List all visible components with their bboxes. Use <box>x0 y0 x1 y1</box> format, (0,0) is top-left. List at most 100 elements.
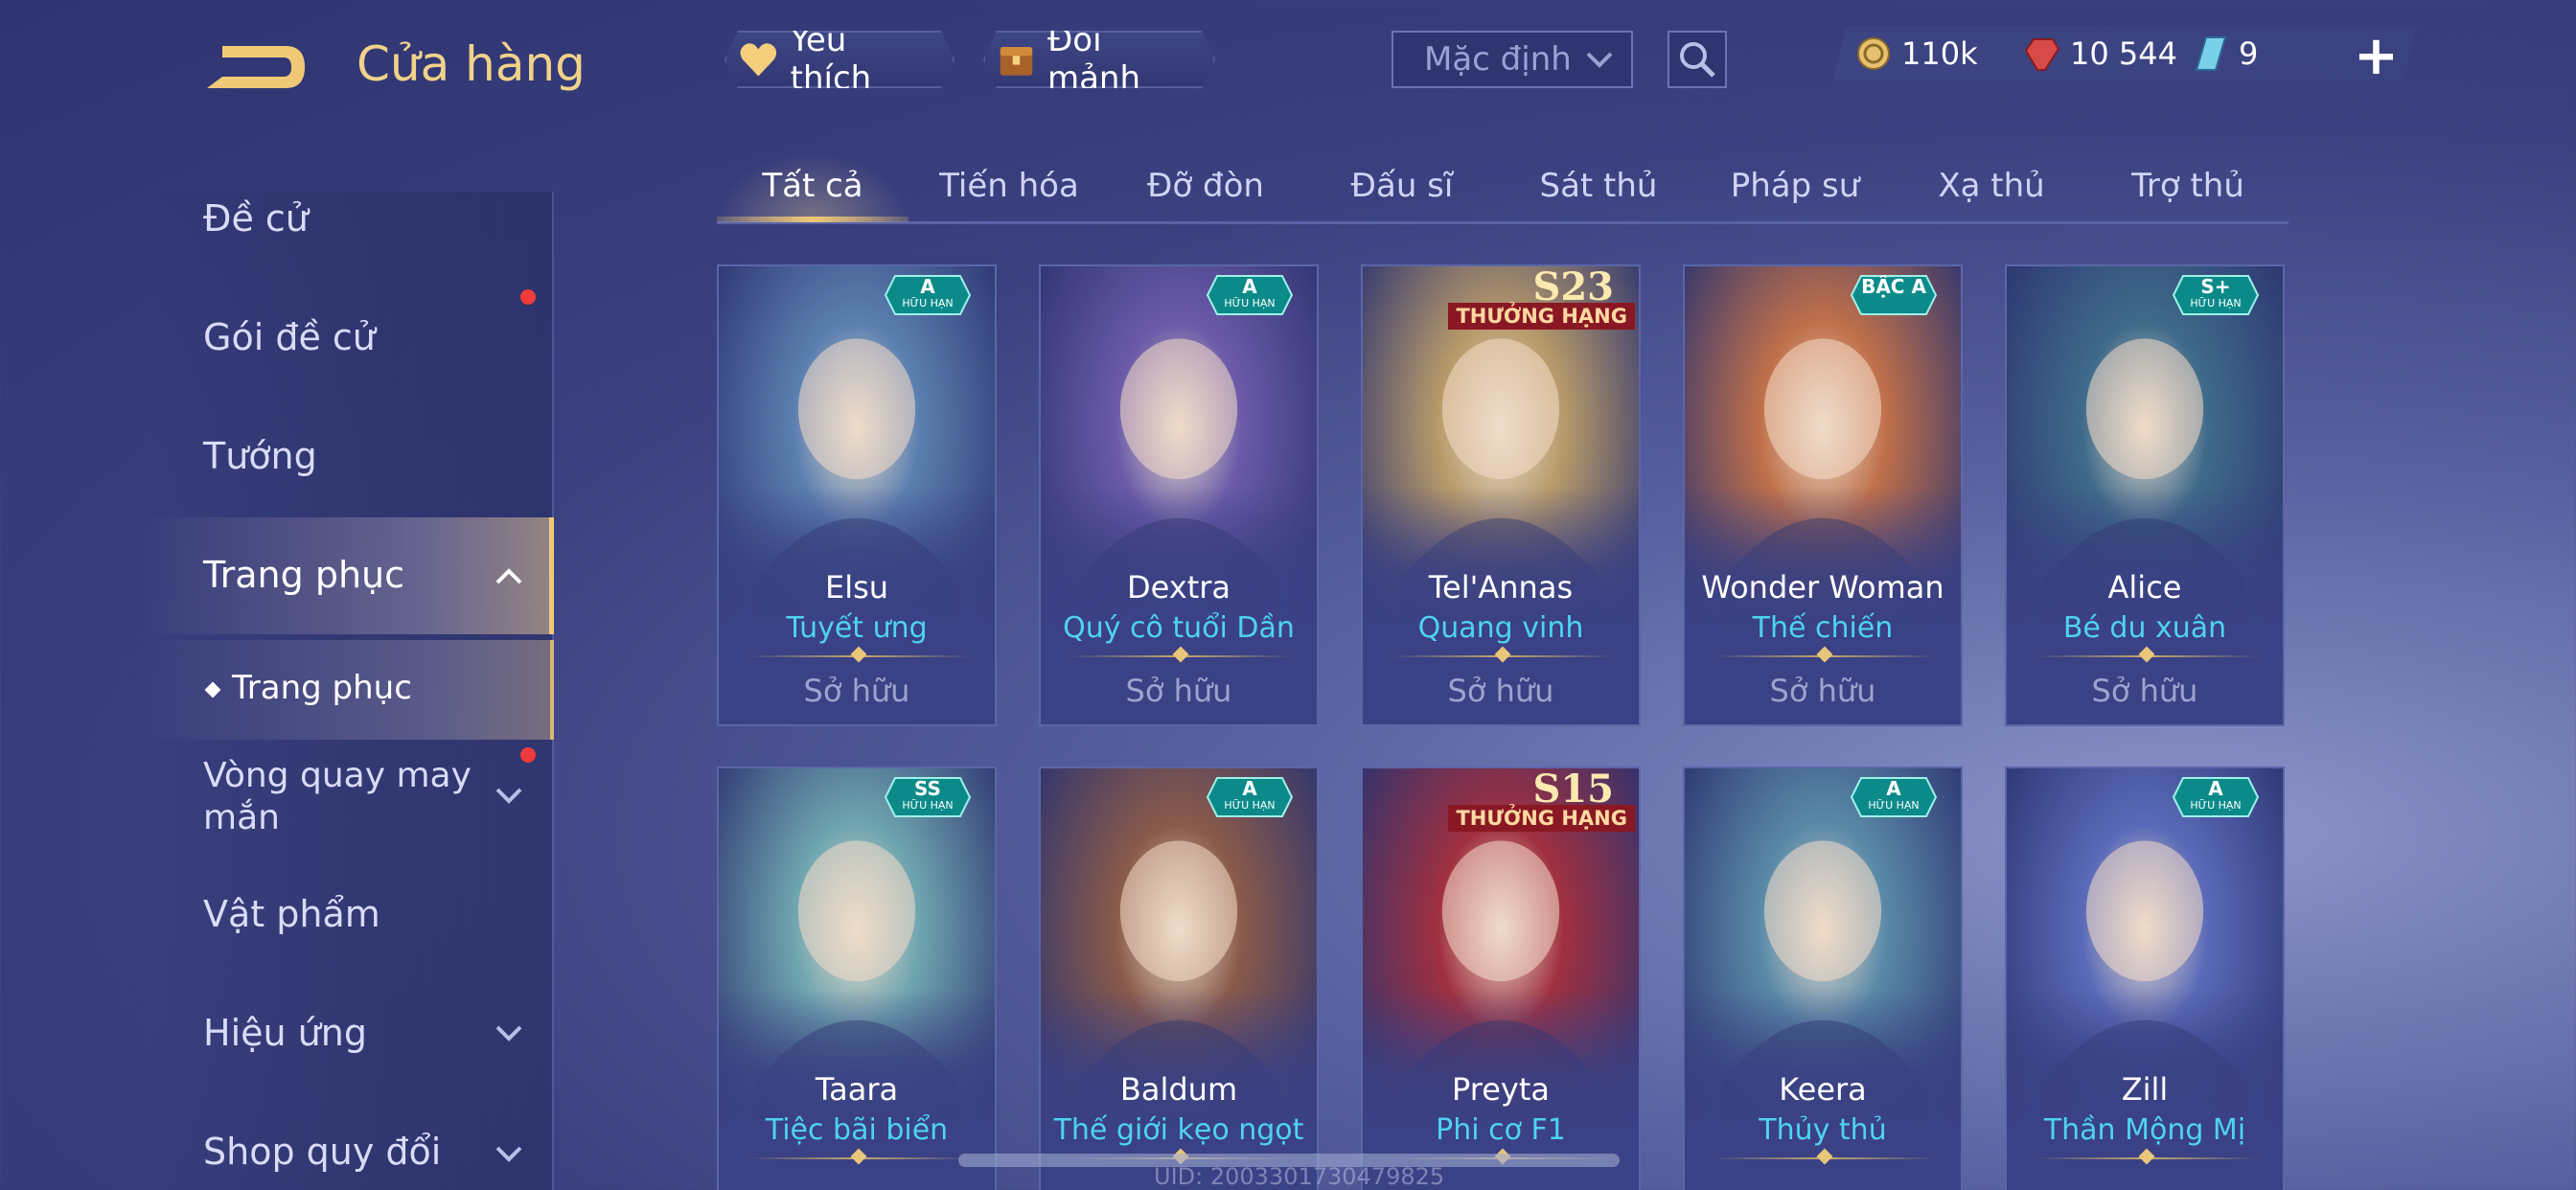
skin-card[interactable]: Elsu Tuyết ưng Sở hữu A HỮU HẠN <box>717 264 997 726</box>
skin-name: Thế giới kẹo ngọt <box>1053 1113 1304 1147</box>
skin-name: Thủy thủ <box>1759 1113 1887 1147</box>
tier-badge: A HỮU HẠN <box>2172 779 2260 812</box>
skin-name: Tiệc bãi biển <box>765 1113 949 1147</box>
ownership-status: Sở hữu <box>2091 673 2198 709</box>
sidebar-item-lucky-wheel[interactable]: Vòng quay may mắn <box>203 755 491 839</box>
tier-sublabel: HỮU HẠN <box>902 297 954 309</box>
tier-sublabel: HỮU HẠN <box>902 799 954 812</box>
tab-evolution[interactable]: Tiến hóa <box>913 167 1105 205</box>
hero-name: Alice <box>2107 569 2182 606</box>
sidebar-item-effects[interactable]: Hiệu ứng <box>203 1012 367 1054</box>
ownership-status: Sở hữu <box>1769 673 1876 709</box>
skin-card[interactable]: Baldum Thế giới kẹo ngọt A HỮU HẠN <box>1039 767 1319 1190</box>
tab-mage[interactable]: Pháp sư <box>1699 167 1891 205</box>
notification-dot <box>520 747 536 763</box>
skin-card[interactable]: Taara Tiệc bãi biển SS HỮU HẠN <box>717 767 997 1190</box>
tier-sublabel: HỮU HẠN <box>1224 297 1276 309</box>
hero-name: Elsu <box>824 569 889 606</box>
sort-dropdown[interactable]: Mặc định <box>1392 31 1633 88</box>
skin-card[interactable]: Dextra Quý cô tuổi Dần Sở hữu A HỮU HẠN <box>1039 264 1319 726</box>
hero-name: Zill <box>2121 1071 2169 1108</box>
tier-sublabel: HỮU HẠN <box>1224 799 1276 812</box>
gold-balance: 110k <box>1855 35 1978 72</box>
skin-card[interactable]: Zill Thần Mộng Mị A HỮU HẠN <box>2005 767 2285 1190</box>
tab-all[interactable]: Tất cả <box>717 167 908 205</box>
skin-card[interactable]: Wonder Woman Thế chiến Sở hữu BẬC A <box>1683 264 1963 726</box>
skin-card[interactable]: Alice Bé du xuân Sở hữu S+ HỮU HẠN <box>2005 264 2285 726</box>
skin-name: Thần Mộng Mị <box>2043 1113 2246 1147</box>
search-button[interactable] <box>1668 31 1727 88</box>
ownership-status: Sở hữu <box>803 673 910 709</box>
tier-label: A <box>2208 777 2223 800</box>
tier-label: A <box>1242 777 1257 800</box>
skin-name: Thế chiến <box>1752 611 1894 645</box>
treasure-chest-icon <box>997 38 1036 80</box>
voucher-balance: 9 <box>2193 35 2258 72</box>
favorite-label: Yêu thích <box>790 21 872 98</box>
sidebar-item-recommended-packs[interactable]: Gói đề cử <box>203 316 376 358</box>
tab-active-underline <box>717 217 908 222</box>
tier-sublabel: HỮU HẠN <box>2190 799 2242 812</box>
sidebar-item-exchange-shop[interactable]: Shop quy đổi <box>203 1131 441 1173</box>
chevron-down-icon[interactable] <box>494 1144 523 1163</box>
hero-name: Keera <box>1779 1071 1867 1108</box>
skin-name: Bé du xuân <box>2062 611 2227 645</box>
skin-card[interactable]: Tel'Annas Quang vinh Sở hữu S23 THƯỞNG H… <box>1361 264 1641 726</box>
tab-tank[interactable]: Đỡ đòn <box>1110 167 1301 205</box>
voucher-icon <box>2193 35 2229 72</box>
tier-badge: S+ HỮU HẠN <box>2172 277 2260 310</box>
sidebar-item-skins[interactable]: Trang phục <box>203 554 404 596</box>
ownership-status: Sở hữu <box>1125 673 1232 709</box>
exchange-shards-button[interactable]: Đổi mảnh <box>983 31 1215 88</box>
tab-fighter[interactable]: Đấu sĩ <box>1306 167 1498 205</box>
exchange-label: Đổi mảnh <box>1046 21 1141 98</box>
chevron-down-icon <box>1586 52 1613 68</box>
chevron-down-icon[interactable] <box>494 786 523 805</box>
tier-label: A <box>1886 777 1901 800</box>
chevron-down-icon[interactable] <box>494 1023 523 1042</box>
sidebar-item-recommended[interactable]: Đề cử <box>203 197 309 240</box>
tier-sublabel: HỮU HẠN <box>2190 297 2242 309</box>
sort-value: Mặc định <box>1424 40 1572 79</box>
tab-support[interactable]: Trợ thủ <box>2092 167 2284 205</box>
skin-name: Phi cơ F1 <box>1436 1113 1566 1147</box>
hero-name: Baldum <box>1119 1071 1238 1108</box>
tier-badge: SS HỮU HẠN <box>884 779 972 812</box>
tier-label: A <box>920 275 935 298</box>
tier-badge: A HỮU HẠN <box>1206 779 1294 812</box>
sidebar-subitem-skins[interactable]: Trang phục <box>232 669 412 707</box>
tier-sublabel: HỮU HẠN <box>1868 799 1920 812</box>
chevron-up-icon[interactable] <box>494 567 523 586</box>
tab-marksman[interactable]: Xạ thủ <box>1896 167 2087 205</box>
tier-badge: BẬC A <box>1850 277 1938 297</box>
skin-card[interactable]: Preyta Phi cơ F1 S15 THƯỞNG HẠNG <box>1361 767 1641 1190</box>
skin-name: Quang vinh <box>1417 611 1584 645</box>
currency-bar: 110k 10 544 9 <box>1832 27 2417 80</box>
hero-name: Tel'Annas <box>1428 569 1574 606</box>
hero-name: Preyta <box>1452 1071 1550 1108</box>
search-icon <box>1680 42 1715 78</box>
heart-icon <box>738 38 779 80</box>
tier-badge: A HỮU HẠN <box>884 277 972 310</box>
favorite-button[interactable]: Yêu thích <box>724 31 954 88</box>
gem-balance: 10 544 <box>2024 35 2177 72</box>
add-currency-button[interactable]: + <box>2354 25 2399 87</box>
tier-label: S+ <box>2200 275 2231 298</box>
tier-label: SS <box>914 777 941 800</box>
red-gem-icon <box>2024 35 2060 72</box>
gold-value: 110k <box>1901 35 1978 72</box>
tier-badge: A HỮU HẠN <box>1206 277 1294 310</box>
tab-assassin[interactable]: Sát thủ <box>1503 167 1694 205</box>
hero-name: Taara <box>815 1071 899 1108</box>
sidebar-item-heroes[interactable]: Tướng <box>203 435 317 477</box>
rank-reward-label: THƯỞNG HẠNG <box>1448 303 1635 330</box>
notification-dot <box>520 289 536 305</box>
user-id: UID: 2003301730479825 <box>1154 1163 1445 1190</box>
category-tabs: Tất cả Tiến hóa Đỡ đòn Đấu sĩ Sát thủ Ph… <box>717 153 2288 224</box>
hero-name: Dextra <box>1126 569 1230 606</box>
skin-card[interactable]: Keera Thủy thủ A HỮU HẠN <box>1683 767 1963 1190</box>
tier-badge: A HỮU HẠN <box>1850 779 1938 812</box>
sidebar-item-items[interactable]: Vật phẩm <box>203 893 380 935</box>
tier-label: A <box>1242 275 1257 298</box>
back-arrow-icon[interactable] <box>201 38 311 96</box>
